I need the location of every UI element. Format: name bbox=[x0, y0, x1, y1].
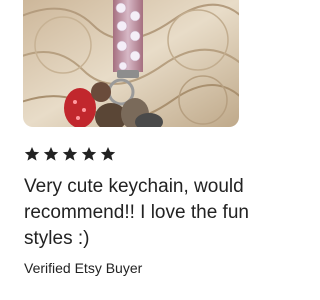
review-text: Very cute keychain, would recommend!! I … bbox=[24, 176, 249, 249]
star-filled-icon bbox=[62, 147, 78, 161]
reviewer-name: Verified Etsy Buyer bbox=[24, 260, 143, 276]
review-photo[interactable] bbox=[23, 0, 239, 127]
review-card: Very cute keychain, would recommend!! I … bbox=[0, 0, 300, 300]
star-filled-icon bbox=[43, 147, 59, 161]
star-filled-icon bbox=[100, 147, 116, 161]
keychain-photo-image bbox=[23, 0, 239, 127]
star-rating bbox=[24, 146, 116, 166]
star-filled-icon bbox=[24, 147, 40, 161]
star-filled-icon bbox=[81, 147, 97, 161]
